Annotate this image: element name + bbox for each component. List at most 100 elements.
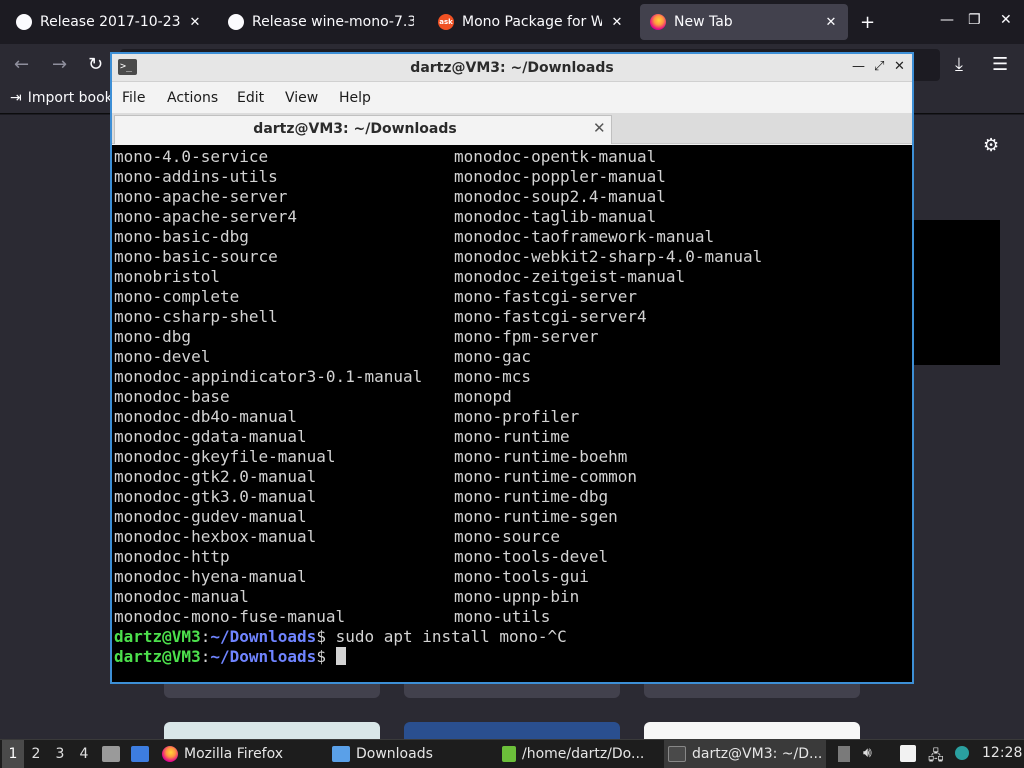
- workspace-3[interactable]: 3: [48, 740, 72, 768]
- terminal-titlebar[interactable]: >_ dartz@VM3: ~/Downloads — ⤢ ✕: [112, 54, 912, 82]
- github-icon: [228, 14, 244, 30]
- package-name: mono-utils: [454, 607, 551, 626]
- network-icon[interactable]: 🖧︎: [928, 745, 944, 768]
- listing-row: monobristol monodoc-zeitgeist-manual: [114, 267, 685, 287]
- package-name: mono-basic-dbg: [114, 227, 249, 246]
- terminal-icon: [668, 746, 686, 762]
- back-icon[interactable]: ←: [14, 54, 29, 75]
- taskbar: 1 2 3 4 Mozilla Firefox Downloads /home/…: [0, 739, 1024, 768]
- task-label: dartz@VM3: ~/D...: [692, 746, 823, 762]
- workspace-4[interactable]: 4: [72, 740, 96, 768]
- package-name: mono-source: [454, 527, 560, 546]
- browser-tab-strip: Release 2017-10-23 · K ✕ Release wine-mo…: [0, 0, 1024, 44]
- menu-edit[interactable]: Edit: [237, 90, 264, 106]
- package-name: monodoc-db4o-manual: [114, 407, 298, 426]
- workspace-1[interactable]: 1: [2, 740, 24, 768]
- close-icon[interactable]: ✕: [188, 15, 202, 30]
- close-icon[interactable]: ✕: [824, 15, 838, 30]
- tab-title: New Tab: [674, 14, 733, 30]
- menu-icon[interactable]: ☰: [992, 54, 1008, 75]
- download-icon[interactable]: ⤓: [955, 54, 963, 75]
- tab-title: Release wine-mono-7.3: [252, 14, 414, 30]
- package-name: mono-tools-devel: [454, 547, 609, 566]
- text-editor-icon: [502, 746, 516, 762]
- package-name: monobristol: [114, 267, 220, 286]
- menu-view[interactable]: View: [285, 90, 318, 106]
- close-window-icon[interactable]: ✕: [1000, 12, 1012, 28]
- clipboard-icon[interactable]: [900, 745, 916, 762]
- listing-row: monodoc-http mono-tools-devel: [114, 547, 608, 567]
- package-name: monodoc-taglib-manual: [454, 207, 657, 226]
- package-name: mono-runtime-boehm: [454, 447, 628, 466]
- package-name: mono-profiler: [454, 407, 580, 426]
- package-name: mono-tools-gui: [454, 567, 589, 586]
- package-name: mono-upnp-bin: [454, 587, 580, 606]
- import-bookmarks-label: Import book: [27, 90, 113, 106]
- terminal-tab-title: dartz@VM3: ~/Downloads: [253, 121, 457, 137]
- volume-icon[interactable]: 🔊︎: [863, 745, 872, 761]
- package-name: monodoc-base: [114, 387, 230, 406]
- package-name: monodoc-hexbox-manual: [114, 527, 317, 546]
- menu-actions[interactable]: Actions: [167, 90, 218, 106]
- listing-row: monodoc-manual mono-upnp-bin: [114, 587, 579, 607]
- terminal-output[interactable]: mono-4.0-service monodoc-opentk-manual mon…: [112, 145, 912, 682]
- package-name: monodoc-http: [114, 547, 230, 566]
- package-name: mono-runtime: [454, 427, 570, 446]
- package-name: monodoc-appindicator3-0.1-manual: [114, 367, 423, 386]
- browser-tab-active[interactable]: New Tab ✕: [640, 4, 848, 40]
- clock[interactable]: 12:28: [982, 745, 1022, 761]
- package-name: monodoc-zeitgeist-manual: [454, 267, 686, 286]
- maximize-icon[interactable]: ⤢: [874, 59, 884, 74]
- update-notifier-icon[interactable]: [955, 746, 969, 760]
- folder-icon: [332, 746, 350, 762]
- task-text-editor[interactable]: /home/dartz/Do...: [500, 740, 658, 768]
- workspace-2[interactable]: 2: [24, 740, 48, 768]
- package-name: monodoc-soup2.4-manual: [454, 187, 666, 206]
- close-tab-icon[interactable]: ✕: [593, 119, 606, 137]
- scroll-indicator-icon[interactable]: [838, 746, 850, 762]
- listing-row: monodoc-appindicator3-0.1-manual mono-mcs: [114, 367, 531, 387]
- browser-tab[interactable]: Release wine-mono-7.3: [218, 4, 424, 40]
- package-name: monodoc-opentk-manual: [454, 147, 657, 166]
- package-name: mono-apache-server4: [114, 207, 298, 226]
- file-manager-icon[interactable]: [102, 746, 120, 762]
- browser-tab[interactable]: ask Mono Package for Wine ✕: [428, 4, 634, 40]
- package-name: mono-runtime-dbg: [454, 487, 609, 506]
- listing-row: mono-dbg mono-fpm-server: [114, 327, 599, 347]
- listing-row: monodoc-mono-fuse-manual mono-utils: [114, 607, 550, 627]
- import-icon: ⇥: [10, 90, 22, 106]
- browser-tab[interactable]: Release 2017-10-23 · K ✕: [6, 4, 212, 40]
- overlay-panel: [908, 220, 1000, 365]
- firefox-icon: [162, 746, 178, 762]
- prompt-line: dartz@VM3:~/Downloads$ sudo apt install …: [114, 627, 567, 647]
- gear-icon[interactable]: ⚙: [983, 135, 999, 156]
- show-desktop-icon[interactable]: [131, 746, 149, 762]
- prompt-separator: :: [200, 647, 211, 666]
- menu-file[interactable]: File: [122, 90, 145, 106]
- restore-icon[interactable]: ❐: [968, 12, 981, 28]
- new-tab-icon[interactable]: +: [860, 12, 875, 33]
- github-icon: [16, 14, 32, 30]
- prompt-user: dartz@VM3: [114, 627, 201, 646]
- listing-row: mono-apache-server monodoc-soup2.4-manual: [114, 187, 666, 207]
- task-downloads[interactable]: Downloads: [330, 740, 490, 768]
- minimize-icon[interactable]: —: [940, 12, 954, 28]
- close-icon[interactable]: ✕: [894, 59, 905, 74]
- command-text: sudo apt install mono-^C: [335, 627, 567, 646]
- package-name: monodoc-gdata-manual: [114, 427, 307, 446]
- task-firefox[interactable]: Mozilla Firefox: [160, 740, 320, 768]
- minimize-icon[interactable]: —: [852, 59, 865, 74]
- close-icon[interactable]: ✕: [610, 15, 624, 30]
- task-label: Mozilla Firefox: [184, 746, 284, 762]
- task-label: Downloads: [356, 746, 433, 762]
- task-label: /home/dartz/Do...: [522, 746, 645, 762]
- package-name: mono-gac: [454, 347, 532, 366]
- task-terminal[interactable]: dartz@VM3: ~/D...: [664, 740, 826, 768]
- terminal-tab[interactable]: dartz@VM3: ~/Downloads ✕: [114, 115, 612, 144]
- forward-icon[interactable]: →: [52, 54, 67, 75]
- import-bookmarks[interactable]: ⇥ Import book: [10, 90, 113, 106]
- package-name: monodoc-webkit2-sharp-4.0-manual: [454, 247, 763, 266]
- reload-icon[interactable]: ↻: [88, 54, 103, 75]
- package-name: monodoc-manual: [114, 587, 249, 606]
- menu-help[interactable]: Help: [339, 90, 371, 106]
